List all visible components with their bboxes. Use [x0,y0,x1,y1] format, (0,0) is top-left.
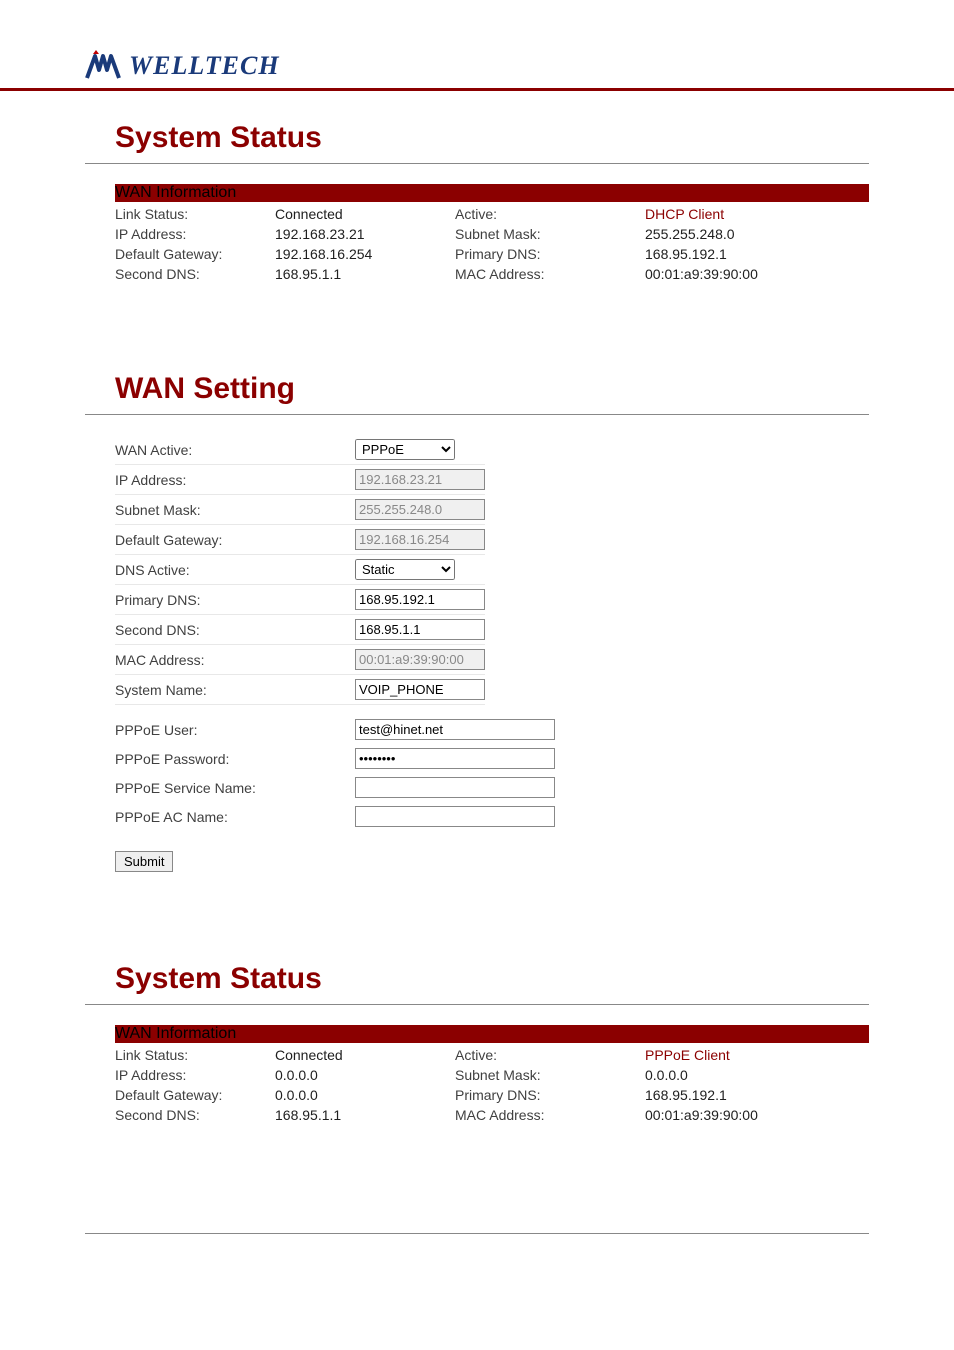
mac-address-setting-label: MAC Address: [115,645,355,675]
active-value: DHCP Client [645,206,869,222]
subnet-mask-setting-label: Subnet Mask: [115,495,355,525]
default-gateway-value: 192.168.16.254 [275,246,455,262]
pppoe-password-label: PPPoE Password: [115,744,355,773]
wan-information-header-1: WAN Information [115,184,869,202]
system-name-input[interactable] [355,679,485,700]
mac-address-value: 00:01:a9:39:90:00 [645,266,869,282]
wan-settings-table: WAN Active: PPPoE IP Address: Subnet Mas… [115,435,485,705]
page-title-system-status-1: System Status [85,111,869,164]
active-label-2: Active: [455,1047,645,1063]
link-status-value-2: Connected [275,1047,455,1063]
mac-address-label: MAC Address: [455,266,645,282]
pppoe-password-input[interactable] [355,748,555,769]
logo: WELLTECH [85,50,954,88]
mac-address-input [355,649,485,670]
pppoe-ac-name-input[interactable] [355,806,555,827]
footer-rule [85,1233,869,1234]
page-title-wan-setting: WAN Setting [85,362,869,415]
second-dns-setting-label: Second DNS: [115,615,355,645]
primary-dns-setting-label: Primary DNS: [115,585,355,615]
ip-address-input [355,469,485,490]
default-gateway-setting-label: Default Gateway: [115,525,355,555]
wan-active-label: WAN Active: [115,435,355,465]
ip-address-label-2: IP Address: [115,1067,275,1083]
primary-dns-value: 168.95.192.1 [645,246,869,262]
primary-dns-input[interactable] [355,589,485,610]
subnet-mask-label: Subnet Mask: [455,226,645,242]
subnet-mask-input [355,499,485,520]
dns-active-label: DNS Active: [115,555,355,585]
subnet-mask-value: 255.255.248.0 [645,226,869,242]
pppoe-user-input[interactable] [355,719,555,740]
logo-header: WELLTECH [0,0,954,91]
subnet-mask-label-2: Subnet Mask: [455,1067,645,1083]
default-gateway-label: Default Gateway: [115,246,275,262]
active-label: Active: [455,206,645,222]
default-gateway-label-2: Default Gateway: [115,1087,275,1103]
ip-address-setting-label: IP Address: [115,465,355,495]
wan-info-grid-2: Link Status: Connected Active: PPPoE Cli… [115,1043,869,1123]
submit-button[interactable]: Submit [115,851,173,872]
active-value-2: PPPoE Client [645,1047,869,1063]
link-status-label-2: Link Status: [115,1047,275,1063]
link-status-label: Link Status: [115,206,275,222]
mac-address-value-2: 00:01:a9:39:90:00 [645,1107,869,1123]
second-dns-value-2: 168.95.1.1 [275,1107,455,1123]
page-title-system-status-2: System Status [85,952,869,1005]
primary-dns-value-2: 168.95.192.1 [645,1087,869,1103]
subnet-mask-value-2: 0.0.0.0 [645,1067,869,1083]
dns-active-select[interactable]: Static [355,559,455,580]
pppoe-service-name-input[interactable] [355,777,555,798]
ip-address-value: 192.168.23.21 [275,226,455,242]
link-status-value: Connected [275,206,455,222]
default-gateway-value-2: 0.0.0.0 [275,1087,455,1103]
pppoe-user-label: PPPoE User: [115,715,355,744]
wan-info-grid-1: Link Status: Connected Active: DHCP Clie… [115,202,869,282]
ip-address-label: IP Address: [115,226,275,242]
pppoe-settings-table: PPPoE User: PPPoE Password: PPPoE Servic… [115,715,555,831]
pppoe-service-name-label: PPPoE Service Name: [115,773,355,802]
mac-address-label-2: MAC Address: [455,1107,645,1123]
second-dns-value: 168.95.1.1 [275,266,455,282]
primary-dns-label: Primary DNS: [455,246,645,262]
wan-information-header-2: WAN Information [115,1025,869,1043]
second-dns-label-2: Second DNS: [115,1107,275,1123]
welltech-logo-icon [85,50,125,82]
second-dns-label: Second DNS: [115,266,275,282]
wan-active-select[interactable]: PPPoE [355,439,455,460]
second-dns-input[interactable] [355,619,485,640]
logo-text: WELLTECH [129,51,280,81]
ip-address-value-2: 0.0.0.0 [275,1067,455,1083]
default-gateway-input [355,529,485,550]
system-name-label: System Name: [115,675,355,705]
primary-dns-label-2: Primary DNS: [455,1087,645,1103]
pppoe-ac-name-label: PPPoE AC Name: [115,802,355,831]
